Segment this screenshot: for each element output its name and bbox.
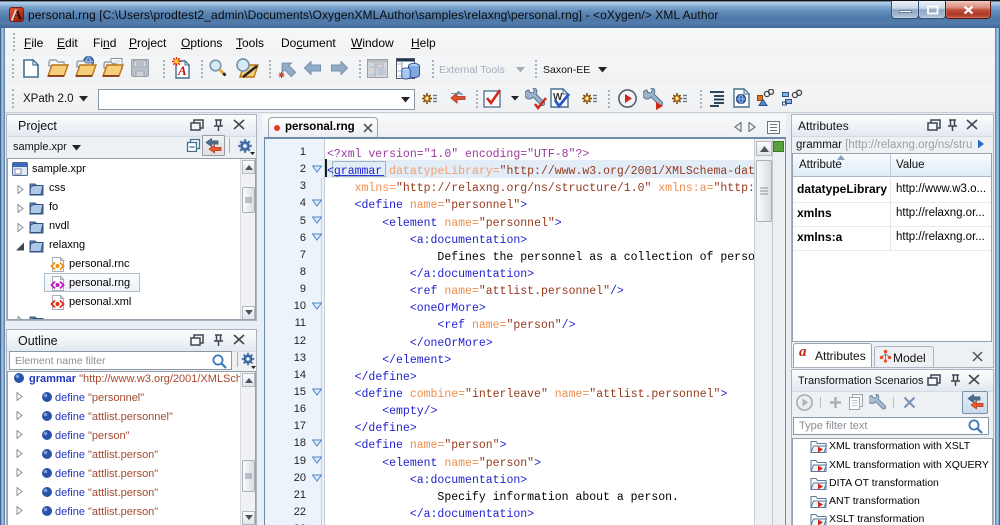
svg-text:A: A (177, 63, 187, 78)
